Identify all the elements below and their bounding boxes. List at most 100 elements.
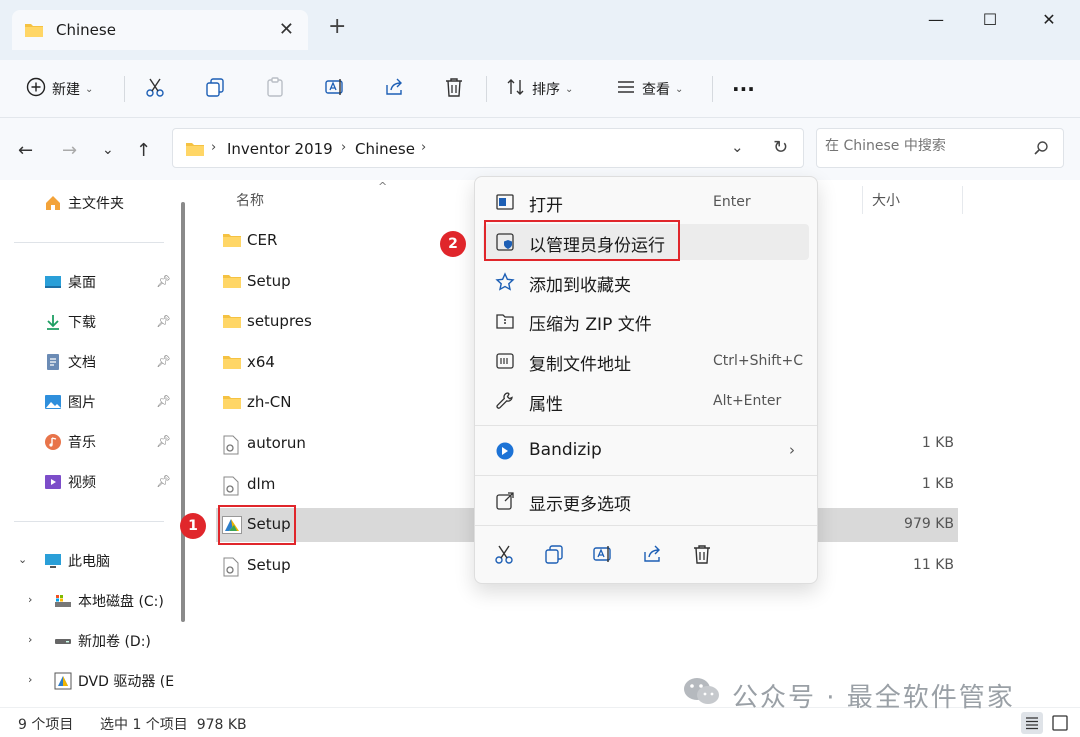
pin-icon[interactable]: 📌︎ [156,474,171,488]
copy-button[interactable] [204,72,226,106]
sidebar-label: 下载 [68,315,96,331]
step-badge-1: 1 [180,513,206,539]
home-icon [44,194,62,212]
paste-button[interactable] [264,72,286,106]
view-label: 查看 [642,82,670,98]
tab-close-icon[interactable]: ✕ [279,19,294,40]
menu-item-add-favorites[interactable]: 添加到收藏夹 [483,264,809,300]
copy-icon[interactable] [543,543,567,567]
videos-icon [44,473,62,491]
sidebar-label: 文档 [68,355,96,371]
search-input[interactable] [825,138,1025,154]
file-name: dlm [247,475,276,493]
file-name: zh-CN [247,393,292,411]
pin-icon[interactable]: 📌︎ [156,354,171,368]
breadcrumb-separator: › [421,140,427,155]
sidebar-item-drive-d[interactable]: › 新加卷 (D:) [0,626,180,656]
sort-button[interactable]: 排序 ⌄ [506,72,573,106]
sidebar-label: 新加卷 (D:) [78,634,151,650]
delete-button[interactable] [443,72,465,106]
folder-icon [222,354,242,372]
forward-arrow-icon[interactable]: → [62,140,77,161]
chevron-right-icon[interactable]: › [28,633,32,646]
menu-item-compress-zip[interactable]: 压缩为 ZIP 文件 [483,303,809,339]
sort-icon [506,77,526,101]
sidebar-label: 本地磁盘 (C:) [78,594,164,610]
drive-icon [54,632,72,650]
file-name: CER [247,231,278,249]
sidebar-item-pictures[interactable]: 图片 📌︎ [0,387,180,417]
bandizip-icon [495,441,515,461]
sidebar-scrollbar[interactable] [181,202,185,622]
menu-item-show-more-options[interactable]: 显示更多选项 [483,483,809,519]
sidebar-item-music[interactable]: 音乐 📌︎ [0,427,180,457]
paste-icon [264,76,286,102]
column-header-name[interactable]: 名称 [236,190,264,210]
menu-item-properties[interactable]: 属性 Alt+Enter [483,383,809,419]
search-box[interactable] [816,128,1064,168]
pin-icon[interactable]: 📌︎ [156,314,171,328]
delete-icon[interactable] [691,543,715,567]
back-arrow-icon[interactable]: ← [18,140,33,161]
maximize-button[interactable]: ☐ [975,10,1005,30]
breadcrumb-chinese[interactable]: Chinese [355,140,415,158]
local-disk-icon [54,592,72,610]
recent-chevron-icon[interactable]: ⌄ [102,142,114,158]
sidebar-label: 主文件夹 [68,196,124,212]
menu-item-open[interactable]: 打开 Enter [483,184,809,220]
cut-button[interactable] [144,72,166,106]
selection-info: 选中 1 个项目 978 KB [100,717,247,733]
up-arrow-icon[interactable]: ↑ [136,140,151,161]
more-button[interactable]: ··· [732,72,755,106]
zip-icon [495,311,515,331]
item-count: 9 个项目 [18,717,74,733]
chevron-right-icon[interactable]: › [28,673,32,686]
dvd-drive-icon [54,672,72,690]
sidebar-item-home[interactable]: 主文件夹 [0,188,180,218]
tab-chinese[interactable]: Chinese ✕ [12,10,308,50]
menu-item-copy-path[interactable]: 复制文件地址 Ctrl+Shift+C [483,343,809,379]
chevron-down-icon[interactable]: ⌄ [18,553,27,566]
menu-item-bandizip[interactable]: Bandizip › [483,433,809,469]
pin-icon[interactable]: 📌︎ [156,434,171,448]
pin-icon[interactable]: 📌︎ [156,274,171,288]
sidebar-item-documents[interactable]: 文档 📌︎ [0,347,180,377]
view-icon [616,77,636,101]
new-tab-button[interactable]: + [328,16,346,38]
address-bar[interactable]: › Inventor 2019 › Chinese › ⌄ ↻ [172,128,804,168]
sidebar-item-desktop[interactable]: 桌面 📌︎ [0,267,180,297]
chevron-right-icon[interactable]: › [28,593,32,606]
pin-icon[interactable]: 📌︎ [156,394,171,408]
share-button[interactable] [384,72,406,106]
sidebar-item-videos[interactable]: 视频 📌︎ [0,467,180,497]
close-button[interactable]: ✕ [1034,10,1064,30]
breadcrumb-inventor[interactable]: Inventor 2019 [227,140,333,158]
details-view-button[interactable] [1021,712,1043,734]
minimize-button[interactable]: — [921,10,951,30]
sidebar-label: DVD 驱动器 (E [78,674,175,690]
menu-item-label: 复制文件地址 [529,355,631,375]
new-button[interactable]: 新建 ⌄ [26,72,93,106]
title-bar: Chinese ✕ + — ☐ ✕ [0,0,1080,60]
sidebar-item-this-pc[interactable]: ⌄ 此电脑 [0,546,180,576]
sidebar-item-drive-c[interactable]: › 本地磁盘 (C:) [0,586,180,616]
address-dropdown-icon[interactable]: ⌄ [731,138,744,156]
view-button[interactable]: 查看 ⌄ [616,72,683,106]
wechat-icon [682,676,722,715]
folder-icon [222,232,242,250]
settings-file-icon [222,476,242,496]
refresh-icon[interactable]: ↻ [773,137,788,158]
share-icon[interactable] [642,543,666,567]
cut-icon[interactable] [493,543,517,567]
rename-button[interactable] [324,72,346,106]
more-options-icon [495,491,515,511]
column-header-size[interactable]: 大小 [872,190,900,210]
rename-icon[interactable] [592,543,616,567]
folder-icon [222,313,242,331]
sidebar-item-downloads[interactable]: 下载 📌︎ [0,307,180,337]
highlight-box-run-as-admin [484,220,680,261]
copy-icon [204,76,226,102]
tiles-view-button[interactable] [1049,712,1071,734]
sidebar-item-dvd[interactable]: › DVD 驱动器 (E [0,666,180,696]
highlight-box-setup [218,505,296,545]
